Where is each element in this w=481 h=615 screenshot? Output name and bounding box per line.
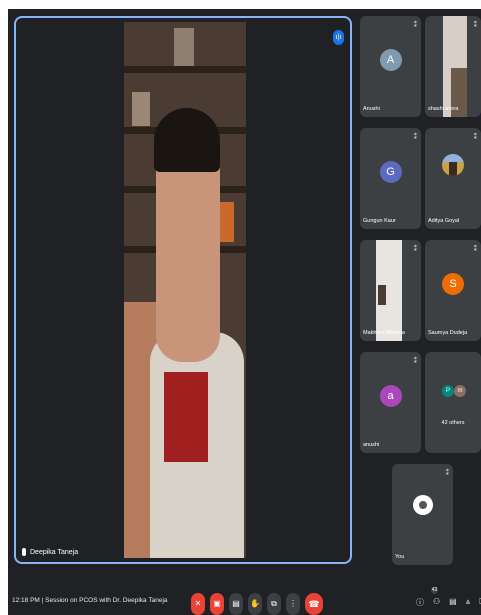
participant-count-badge: 43 <box>431 587 438 594</box>
participant-tile-aditya-goyal[interactable]: ⁑ Aditya Goyal <box>425 128 481 229</box>
meeting-title: Session on PCOS with Dr. Deepika Taneja <box>45 597 168 604</box>
participant-tile-anushi[interactable]: A ⁑ Anushi <box>360 16 421 117</box>
avatar: P <box>442 385 454 397</box>
speaker-name: Deepika Taneja <box>30 548 79 556</box>
info-icon[interactable]: ⓘ <box>416 597 424 608</box>
participant-tile-saumya-dudeja[interactable]: S ⁑ Saumya Dudeja <box>425 240 481 341</box>
mic-off-icon: ⁑ <box>473 134 478 141</box>
participant-tile-shashi-arora[interactable]: ⁑ shashi arora <box>425 16 481 117</box>
mic-off-icon: ⁑ <box>413 134 418 141</box>
participant-tile-makhani-makhna[interactable]: ⁑ Makhani Makhna <box>360 240 421 341</box>
avatar: A <box>379 48 402 71</box>
mic-off-icon: ⁑ <box>473 22 478 29</box>
mic-icon <box>22 548 26 556</box>
participant-name: anushi <box>363 442 380 448</box>
main-speaker-tile[interactable]: ı|ı Deepika Taneja <box>14 16 352 564</box>
participant-name: shashi arora <box>428 106 459 112</box>
participant-name: Saumya Dudeja <box>428 330 468 336</box>
mic-off-icon[interactable]: ✕ <box>191 593 205 615</box>
activities-icon[interactable]: ⩓ <box>466 597 471 608</box>
avatar: S <box>442 272 464 295</box>
participant-video-figure <box>378 285 386 305</box>
self-tile[interactable]: ⁑ You <box>392 464 453 565</box>
mic-off-icon: ⁑ <box>445 470 450 477</box>
speaker-video <box>124 22 246 558</box>
participant-name: Anushi <box>363 106 380 112</box>
clock: 12:18 PM <box>12 597 40 604</box>
participant-name: Aditya Goyal <box>428 218 460 224</box>
participant-tile-gungun-kaur[interactable]: G ⁑ Gungun Kaur <box>360 128 421 229</box>
mic-off-icon: ⁑ <box>473 246 478 253</box>
mic-off-icon: ⁑ <box>413 358 418 365</box>
side-panel-controls: ⓘ ⚇ ▤ ⩓ ⚿ <box>416 597 481 608</box>
captions-icon[interactable]: ▤ <box>229 593 243 615</box>
avatar: m <box>454 385 466 397</box>
end-call-icon[interactable]: ☎ <box>305 593 323 615</box>
bottom-toolbar: 12:18 PM | Session on PCOS with Dr. Deep… <box>8 584 481 615</box>
others-count: 42 others <box>441 420 465 426</box>
speaker-name-label: Deepika Taneja <box>22 548 78 556</box>
meet-window: ı|ı Deepika Taneja A ⁑ Anushi ⁑ shashi a… <box>8 9 481 615</box>
profile-photo <box>442 154 464 176</box>
mic-off-icon: ⁑ <box>413 246 418 253</box>
camera-off-icon[interactable]: ▣ <box>210 593 224 615</box>
meeting-info: 12:18 PM | Session on PCOS with Dr. Deep… <box>12 597 168 604</box>
avatar: a <box>379 384 402 407</box>
self-avatar <box>413 495 433 515</box>
participant-tile-anushi-2[interactable]: a ⁑ anushi <box>360 352 421 453</box>
chat-icon[interactable]: ▤ <box>449 597 457 608</box>
participant-tile-others[interactable]: P m 42 others <box>425 352 481 453</box>
call-controls: ✕ ▣ ▤ ✋ ⧉ ⋮ ☎ <box>191 593 323 615</box>
audio-wave-icon: ı|ı <box>333 30 344 45</box>
raise-hand-icon[interactable]: ✋ <box>248 593 262 615</box>
more-options-icon[interactable]: ⋮ <box>286 593 300 615</box>
participant-name: You <box>395 554 405 560</box>
participant-name: Makhani Makhna <box>363 330 405 336</box>
participant-name: Gungun Kaur <box>363 218 396 224</box>
people-icon[interactable]: ⚇ <box>433 597 440 608</box>
mic-off-icon: ⁑ <box>413 22 418 29</box>
present-icon[interactable]: ⧉ <box>267 593 281 615</box>
avatar: G <box>379 160 402 183</box>
